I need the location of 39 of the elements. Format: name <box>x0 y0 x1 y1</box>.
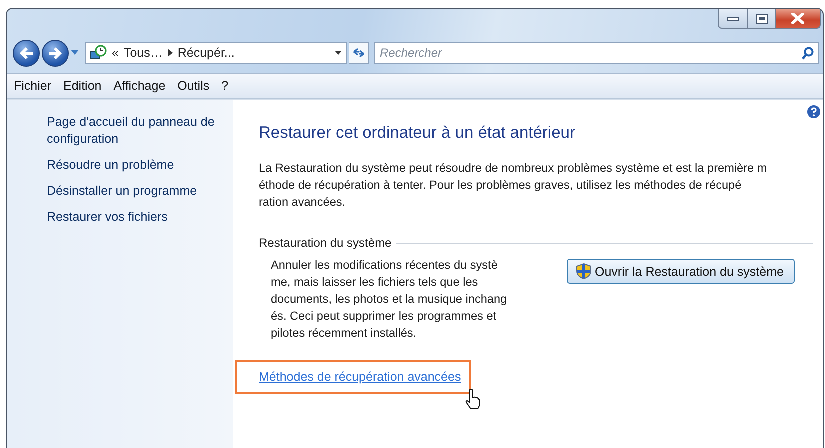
shield-icon <box>576 263 592 280</box>
history-dropdown-icon[interactable] <box>71 50 79 56</box>
menu-item[interactable]: Affichage <box>108 77 171 95</box>
hand-cursor-icon <box>465 389 482 410</box>
minimize-icon <box>727 16 739 22</box>
search-field[interactable]: Rechercher <box>374 42 819 64</box>
maximize-icon <box>756 14 768 24</box>
breadcrumb-item[interactable]: Récupér... <box>178 46 235 60</box>
refresh-button[interactable] <box>349 42 369 64</box>
sidebar-link[interactable]: Désinstaller un programme <box>47 183 233 200</box>
back-button[interactable] <box>13 40 40 66</box>
back-arrow-icon <box>19 46 34 60</box>
description-text: La Restauration du système peut résoudre de nombreux problèmes système et est la première m éthode de récupération à tenter. Pour les problèmes graves, utilisez les méthodes de récupé ration avancées. <box>259 160 768 211</box>
breadcrumb-arrow-icon[interactable] <box>168 49 173 57</box>
maximize-button[interactable] <box>748 9 776 29</box>
section-title: Restauration du système <box>259 236 392 250</box>
open-system-restore-button[interactable]: Ouvrir la Restauration du système <box>567 259 795 284</box>
page-title: Restaurer cet ordinateur à un état antérieur <box>259 124 576 143</box>
help-icon[interactable] <box>807 105 821 119</box>
close-button[interactable] <box>776 9 821 29</box>
search-icon[interactable] <box>802 47 814 60</box>
section-text: Annuler les modifications récentes du systè me, mais laisser les fichiers tels que les documents, les photos et la musique inchang és. Ceci peut supprimer les programmes et pilotes récemment installés. <box>271 257 508 342</box>
sidebar-link[interactable]: Restaurer vos fichiers <box>47 209 233 226</box>
sidebar-link[interactable]: Résoudre un problème <box>47 157 233 174</box>
address-dropdown-icon[interactable] <box>335 51 342 55</box>
restore-icon <box>90 45 107 61</box>
menu-item[interactable]: Edition <box>58 77 107 95</box>
close-icon <box>791 13 805 24</box>
forward-button[interactable] <box>42 40 69 66</box>
refresh-icon <box>352 48 364 58</box>
advanced-recovery-link[interactable]: Méthodes de récupération avancées <box>259 370 462 384</box>
breadcrumb-item[interactable]: Tous… <box>124 46 163 60</box>
menu-item[interactable]: ? <box>216 77 234 95</box>
breadcrumb-overflow[interactable]: « <box>112 46 119 60</box>
forward-arrow-icon <box>48 46 63 60</box>
minimize-button[interactable] <box>718 9 748 29</box>
menu-item[interactable]: Outils <box>172 77 215 95</box>
menu-item[interactable]: Fichier <box>9 77 57 95</box>
sidebar-link[interactable]: Page d'accueil du panneau de configuration <box>47 114 233 148</box>
